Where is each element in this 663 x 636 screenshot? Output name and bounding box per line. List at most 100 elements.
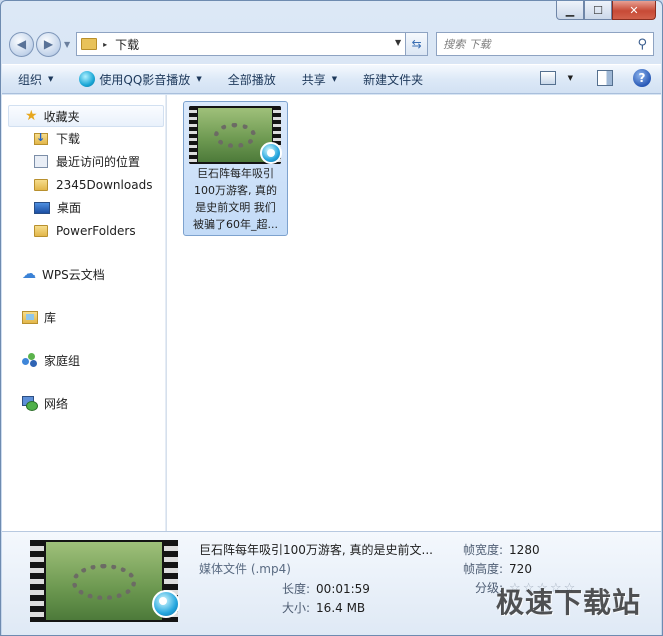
file-name-line: 巨石阵每年吸引	[197, 167, 274, 180]
address-bar[interactable]: ▸ 下载 ▼	[76, 32, 407, 56]
details-length: 长度: 00:01:59	[282, 580, 370, 597]
share-menu[interactable]: 共享 ▼	[302, 71, 337, 88]
frame-height-label: 帧高度:	[463, 562, 504, 576]
new-folder-label: 新建文件夹	[363, 72, 424, 87]
stones-ring	[214, 123, 256, 148]
sidebar-item-label: WPS云文档	[42, 267, 105, 282]
details-title: 巨石阵每年吸引100万游客, 真的是史前文...	[199, 543, 433, 557]
video-file-icon	[260, 142, 282, 164]
minimize-button[interactable]: ▁	[556, 1, 584, 20]
folder-icon	[81, 38, 98, 50]
sidebar-item-libraries[interactable]: 库	[2, 306, 166, 328]
homegroup-icon	[22, 353, 38, 367]
breadcrumb-chevron-icon[interactable]: ▸	[103, 40, 107, 49]
sidebar-item-downloads[interactable]: 下载	[2, 127, 166, 150]
sidebar-item-favorites[interactable]: ★ 收藏夹	[8, 105, 164, 127]
sidebar-item-label: 收藏夹	[43, 109, 80, 124]
view-options-dropdown[interactable]: ▼	[568, 74, 573, 82]
sidebar-divider	[165, 95, 166, 531]
length-value: 00:01:59	[316, 582, 370, 596]
sidebar-item-label: 库	[44, 310, 57, 325]
stones-ring	[71, 563, 137, 600]
film-strip-left	[30, 540, 44, 622]
file-name-line: 被骗了60年_超...	[193, 218, 278, 231]
refresh-button[interactable]: ⇆	[406, 32, 429, 56]
star-icon: ★	[25, 108, 38, 124]
back-arrow-icon: ◀	[16, 37, 27, 51]
library-icon	[22, 310, 38, 324]
sidebar-item-network[interactable]: 网络	[2, 392, 166, 414]
sidebar-item-label: 网络	[44, 396, 69, 411]
desktop-icon	[34, 201, 50, 214]
qq-player-icon	[79, 71, 96, 87]
details-pane: 巨石阵每年吸引100万游客, 真的是史前文... 媒体文件 (.mp4) 长度:…	[2, 531, 661, 635]
size-value: 16.4 MB	[316, 601, 366, 615]
recent-places-icon	[34, 155, 48, 168]
organize-label: 组织	[18, 72, 43, 87]
sidebar-item-wps-cloud[interactable]: ☁ WPS云文档	[2, 263, 166, 285]
close-button[interactable]: ✕	[612, 1, 656, 20]
file-name-line: 100万游客, 真的	[194, 184, 277, 197]
chevron-down-icon: ▼	[331, 75, 338, 83]
back-button[interactable]: ◀	[9, 31, 34, 57]
details-frame-width: 帧宽度: 1280	[463, 541, 540, 558]
frame-width-value: 1280	[509, 543, 540, 557]
download-folder-icon	[34, 131, 48, 145]
navigation-bar: ◀ ▶ ▼ ▸ 下载 ▼ ⇆ 搜索 下载 ⚲	[9, 30, 654, 58]
watermark-logo: 极速下载站	[495, 586, 641, 619]
forward-arrow-icon: ▶	[43, 37, 54, 51]
cloud-icon: ☁	[22, 266, 36, 282]
search-icon[interactable]: ⚲	[637, 37, 647, 52]
film-strip-left	[189, 106, 197, 164]
change-view-icon[interactable]	[539, 71, 556, 85]
frame-height-value: 720	[509, 562, 532, 576]
details-frame-height: 帧高度: 720	[463, 560, 532, 577]
breadcrumb-current[interactable]: 下载	[115, 36, 139, 53]
sidebar-item-recent-places[interactable]: 最近访问的位置	[2, 150, 166, 173]
maximize-button[interactable]: ☐	[584, 1, 612, 20]
sidebar-item-homegroup[interactable]: 家庭组	[2, 349, 166, 371]
chevron-down-icon: ▼	[196, 75, 202, 83]
forward-button[interactable]: ▶	[36, 31, 61, 57]
folder-icon	[34, 178, 48, 191]
command-bar: 组织 ▼ 使用QQ影音播放 ▼ 全部播放 共享 ▼ 新建文件夹 ▼ ?	[2, 64, 661, 94]
caption-buttons: ▁ ☐ ✕	[556, 1, 656, 20]
recent-pages-dropdown[interactable]: ▼	[64, 40, 70, 49]
play-all-button[interactable]: 全部播放	[228, 71, 276, 88]
file-list[interactable]: 巨石阵每年吸引 100万游客, 真的 是史前文明 我们 被骗了60年_超...	[167, 95, 661, 531]
sidebar-item-label: 最近访问的位置	[56, 155, 141, 169]
sidebar-item-label: 下载	[56, 132, 81, 146]
sidebar-item-label: 2345Downloads	[56, 177, 153, 192]
sidebar-item-label: PowerFolders	[56, 223, 136, 238]
stonehenge-scene	[46, 542, 162, 620]
video-file-icon	[152, 590, 180, 618]
new-folder-button[interactable]: 新建文件夹	[363, 71, 423, 88]
explorer-window: ▁ ☐ ✕ ◀ ▶ ▼ ▸ 下载 ▼ ⇆ 搜索 下载 ⚲ 组织 ▼ 使用QQ影音…	[0, 0, 663, 636]
sidebar-item-label: 桌面	[57, 201, 82, 215]
folder-icon	[34, 224, 48, 237]
file-name: 巨石阵每年吸引 100万游客, 真的 是史前文明 我们 被骗了60年_超...	[186, 165, 285, 233]
search-box[interactable]: 搜索 下载 ⚲	[436, 32, 654, 56]
refresh-icon: ⇆	[411, 37, 422, 51]
navigation-pane[interactable]: ★ 收藏夹 下载 最近访问的位置 2345Downloads 桌面 Pow	[2, 95, 167, 531]
organize-menu[interactable]: 组织 ▼	[18, 71, 53, 88]
address-dropdown-icon[interactable]: ▼	[395, 38, 401, 47]
sidebar-item-label: 家庭组	[44, 353, 81, 368]
preview-pane-icon[interactable]	[597, 70, 613, 86]
search-input[interactable]: 搜索 下载	[443, 36, 491, 52]
chevron-down-icon: ▼	[48, 75, 54, 83]
play-with-qq-button[interactable]: 使用QQ影音播放 ▼	[79, 71, 202, 88]
length-label: 长度:	[282, 582, 311, 596]
sidebar-item-powerfolders[interactable]: PowerFolders	[2, 219, 166, 242]
content-area: ★ 收藏夹 下载 最近访问的位置 2345Downloads 桌面 Pow	[2, 95, 661, 531]
file-name-line: 是史前文明 我们	[195, 201, 276, 214]
sidebar-item-2345downloads[interactable]: 2345Downloads	[2, 173, 166, 196]
size-label: 大小:	[282, 601, 311, 615]
help-icon[interactable]: ?	[633, 69, 651, 87]
toolbar-right: ▼ ?	[539, 69, 651, 87]
sidebar-item-desktop[interactable]: 桌面	[2, 196, 166, 219]
details-type: 媒体文件 (.mp4)	[199, 562, 291, 576]
share-label: 共享	[301, 72, 326, 87]
file-item[interactable]: 巨石阵每年吸引 100万游客, 真的 是史前文明 我们 被骗了60年_超...	[183, 101, 288, 236]
play-all-label: 全部播放	[227, 72, 276, 87]
